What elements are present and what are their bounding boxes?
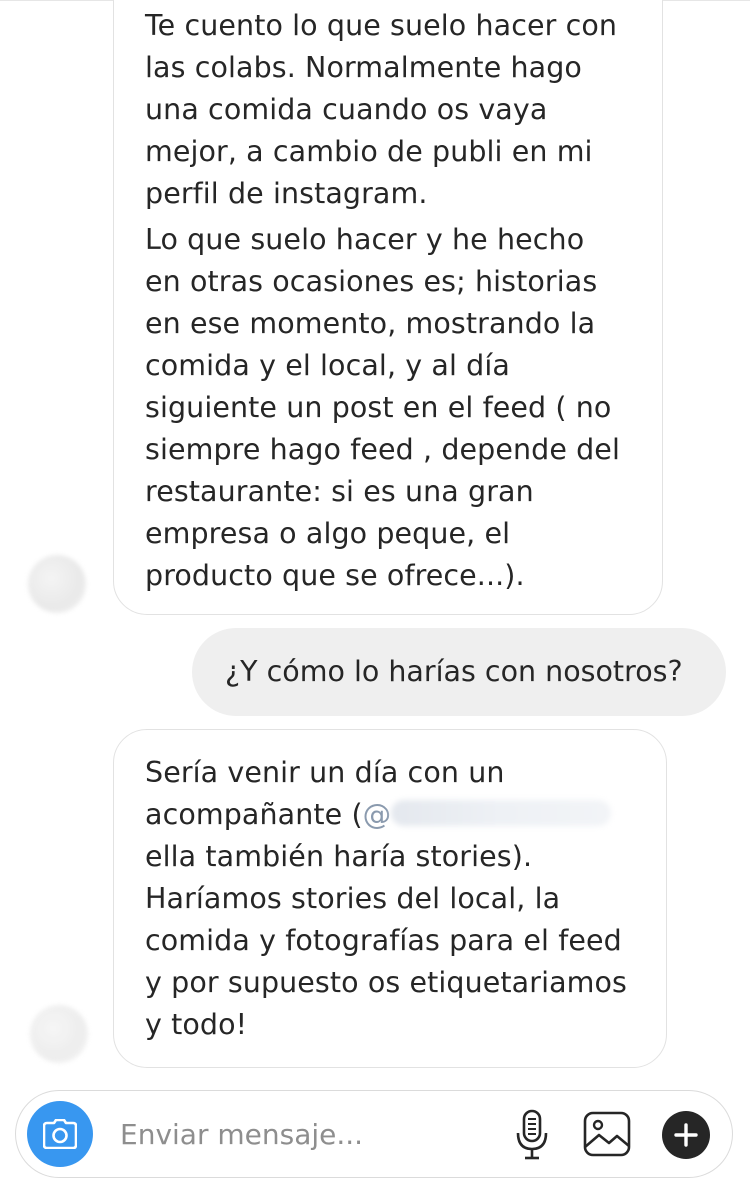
message-line: comida y el local, y al día: [145, 349, 510, 382]
sender-avatar[interactable]: [28, 555, 86, 613]
message-line: restaurante: si es una gran: [145, 475, 534, 508]
message-composer: [15, 1090, 733, 1178]
message-line: una comida cuando os vaya: [145, 93, 548, 126]
voice-message-button[interactable]: [510, 1107, 554, 1163]
outgoing-message-bubble[interactable]: ¿Y cómo lo harías con nosotros?: [192, 628, 726, 716]
message-line: en ese momento, mostrando la: [145, 307, 596, 340]
message-line: siempre hago feed , depende del: [145, 433, 620, 466]
message-line: acompañante (@: [145, 794, 656, 836]
message-input[interactable]: [120, 1111, 480, 1157]
message-text: ¿Y cómo lo harías con nosotros?: [225, 655, 683, 688]
camera-button[interactable]: [27, 1101, 93, 1167]
message-paragraph: Lo que suelo hacer y he hecho en otras o…: [145, 219, 652, 597]
gallery-icon: [583, 1111, 631, 1157]
camera-icon: [43, 1119, 77, 1149]
message-line: Haríamos stories del local, la: [145, 882, 561, 915]
message-line: ella también haría stories).: [145, 840, 533, 873]
message-line-text: acompañante (: [145, 798, 363, 831]
message-line: Lo que suelo hacer y he hecho: [145, 223, 585, 256]
message-line: empresa o algo peque, el: [145, 517, 511, 550]
message-line: y por supuesto os etiquetariamos: [145, 966, 627, 999]
message-line: producto que se ofrece...).: [145, 559, 525, 592]
mention-symbol: @: [362, 798, 392, 831]
message-line: mejor, a cambio de publi en mi: [145, 135, 593, 168]
incoming-message-bubble[interactable]: Te cuento lo que suelo hacer con las col…: [113, 0, 663, 615]
message-line: las colabs. Normalmente hago: [145, 51, 582, 84]
incoming-message-bubble[interactable]: Sería venir un día con un acompañante (@…: [113, 729, 667, 1068]
message-paragraph: Te cuento lo que suelo hacer con las col…: [145, 5, 652, 215]
message-line: comida y fotografías para el feed: [145, 924, 622, 957]
message-line: en otras ocasiones es; historias: [145, 265, 598, 298]
plus-icon: [674, 1123, 698, 1147]
message-line: Te cuento lo que suelo hacer con: [145, 9, 618, 42]
more-options-button[interactable]: [662, 1111, 710, 1159]
redacted-mention: [391, 800, 612, 826]
sender-avatar[interactable]: [30, 1005, 88, 1063]
message-line: Sería venir un día con un: [145, 756, 505, 789]
message-line: y todo!: [145, 1008, 248, 1041]
message-line: siguiente un post en el feed ( no: [145, 391, 612, 424]
gallery-button[interactable]: [582, 1109, 632, 1159]
microphone-icon: [516, 1109, 548, 1160]
message-line: perfil de instagram.: [145, 177, 428, 210]
